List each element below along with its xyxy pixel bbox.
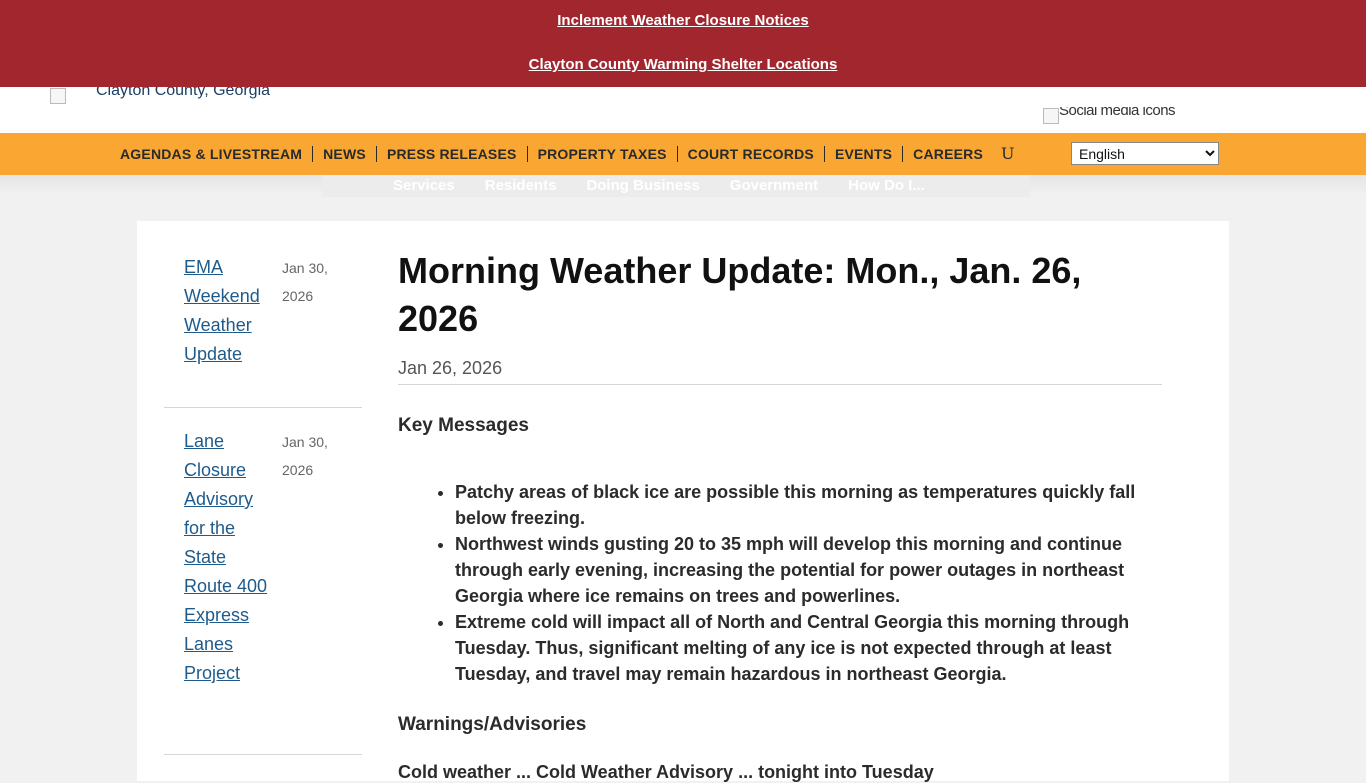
alert-banner: Inclement Weather Closure Notices Clayto… [0, 0, 1366, 87]
nav-agendas-livestream[interactable]: AGENDAS & LIVESTREAM [117, 146, 312, 162]
closure-notices-link[interactable]: Inclement Weather Closure Notices [0, 12, 1366, 29]
sidebar-news-link[interactable]: Lane Closure Advisory for the State Rout… [184, 427, 272, 688]
menu-doing-business[interactable]: Doing Business [586, 177, 699, 194]
nav-events[interactable]: EVENTS [823, 146, 902, 162]
warnings-heading: Warnings/Advisories [398, 714, 587, 735]
social-media-icons[interactable]: Social media icons [1043, 107, 1253, 125]
nav-press-releases[interactable]: PRESS RELEASES [375, 146, 527, 162]
key-messages-heading: Key Messages [398, 415, 529, 436]
sidebar-news-item: EMA Weekend Weather Update Jan 30, 2026 [164, 253, 362, 408]
article: Morning Weather Update: Mon., Jan. 26, 2… [398, 247, 1162, 783]
list-item: Patchy areas of black ice are possible t… [455, 479, 1162, 531]
article-date: Jan 26, 2026 [398, 358, 1162, 385]
logo-alt-text: Clayton County, Georgia [96, 87, 271, 99]
sidebar-news-item: Lane Closure Advisory for the State Rout… [164, 427, 362, 755]
menu-government[interactable]: Government [730, 177, 818, 194]
social-alt-text: Social media icons [1059, 107, 1176, 119]
site-header: Clayton County, Georgia Social media ico… [0, 87, 1366, 133]
nav-property-taxes[interactable]: PROPERTY TAXES [526, 146, 677, 162]
language-select[interactable]: English [1071, 142, 1219, 165]
broken-image-icon [50, 87, 66, 104]
menu-residents[interactable]: Residents [485, 177, 557, 194]
menu-how-do-i[interactable]: How Do I... [848, 177, 925, 194]
search-icon[interactable]: U [1001, 144, 1014, 163]
sidebar-news-link[interactable]: EMA Weekend Weather Update [184, 253, 272, 369]
key-messages-list: Patchy areas of black ice are possible t… [398, 479, 1162, 687]
menu-services[interactable]: Services [393, 177, 455, 194]
sidebar-news-date: Jan 30, 2026 [282, 260, 328, 304]
list-item: Northwest winds gusting 20 to 35 mph wil… [455, 531, 1162, 609]
county-logo[interactable]: Clayton County, Georgia [50, 87, 280, 107]
list-item: Extreme cold will impact all of North an… [455, 609, 1162, 687]
nav-careers[interactable]: CAREERS [902, 146, 993, 162]
nav-news[interactable]: NEWS [312, 146, 376, 162]
warnings-text: Cold weather ... Cold Weather Advisory .… [398, 762, 934, 782]
sidebar-news-date: Jan 30, 2026 [282, 434, 328, 478]
warming-shelter-link[interactable]: Clayton County Warming Shelter Locations [0, 56, 1366, 73]
article-title: Morning Weather Update: Mon., Jan. 26, 2… [398, 250, 1082, 339]
broken-image-icon [1043, 108, 1059, 125]
nav-court-records[interactable]: COURT RECORDS [676, 146, 824, 162]
